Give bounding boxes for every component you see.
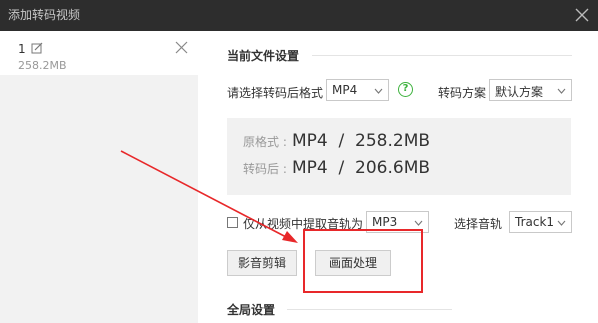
annotation-arrow-icon bbox=[120, 150, 298, 243]
